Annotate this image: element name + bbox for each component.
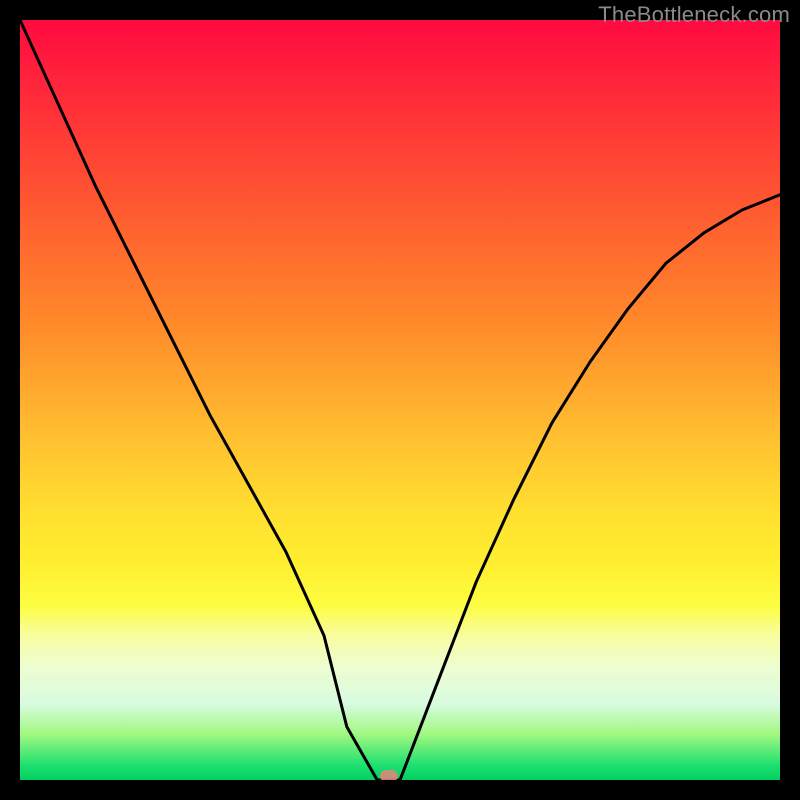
optimum-marker: [380, 770, 398, 780]
chart-frame: TheBottleneck.com: [0, 0, 800, 800]
plot-area: [20, 20, 780, 780]
watermark-text: TheBottleneck.com: [598, 2, 790, 28]
bottleneck-curve: [20, 20, 780, 780]
